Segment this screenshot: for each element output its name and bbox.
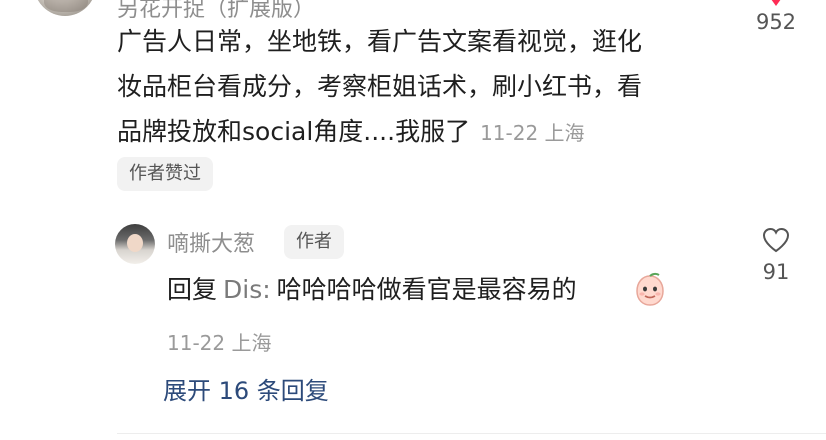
- comment-text-line: 品牌投放和social角度....我服了 11-22 上海: [117, 117, 717, 148]
- peach-face-emoji: [636, 272, 664, 306]
- reply-target-username[interactable]: Dis:: [223, 275, 271, 304]
- reply-username[interactable]: 嘀撕大葱: [167, 226, 255, 258]
- expand-replies-link[interactable]: 展开 16 条回复: [163, 371, 329, 406]
- heart-filled-icon: [771, 0, 781, 6]
- reply-like-button[interactable]: 91: [742, 226, 810, 296]
- reply-body: 哈哈哈哈做看官是最容易的: [276, 275, 577, 304]
- avatar-image-detail: [44, 0, 88, 12]
- reply-text: 回复 Dis: 哈哈哈哈做看官是最容易的: [167, 275, 577, 305]
- comment-meta: 11-22 上海: [480, 121, 585, 145]
- commenter-username[interactable]: 另花开捉（扩展版）: [117, 0, 315, 23]
- reply-prefix: 回复: [167, 275, 218, 304]
- avatar-image-detail: [127, 234, 143, 252]
- comment-text-last-line: 品牌投放和social角度....我服了: [117, 117, 471, 146]
- author-badge: 作者: [284, 225, 344, 259]
- reply-meta: 11-22 上海: [167, 331, 272, 355]
- reply-avatar[interactable]: [115, 224, 155, 264]
- comment-like-count: 952: [755, 10, 797, 34]
- commenter-avatar[interactable]: [34, 0, 96, 16]
- heart-outline-icon: [762, 227, 790, 253]
- comment-text-line: 妆品柜台看成分，考察柜姐话术，刷小红书，看: [117, 72, 643, 101]
- comment-like-button[interactable]: 952: [742, 0, 810, 48]
- comment-text-line: 广告人日常，坐地铁，看广告文案看视觉，逛化: [117, 27, 643, 56]
- comment-divider: [117, 433, 826, 434]
- author-liked-tag: 作者赞过: [117, 157, 213, 191]
- reply-like-count: 91: [762, 260, 790, 284]
